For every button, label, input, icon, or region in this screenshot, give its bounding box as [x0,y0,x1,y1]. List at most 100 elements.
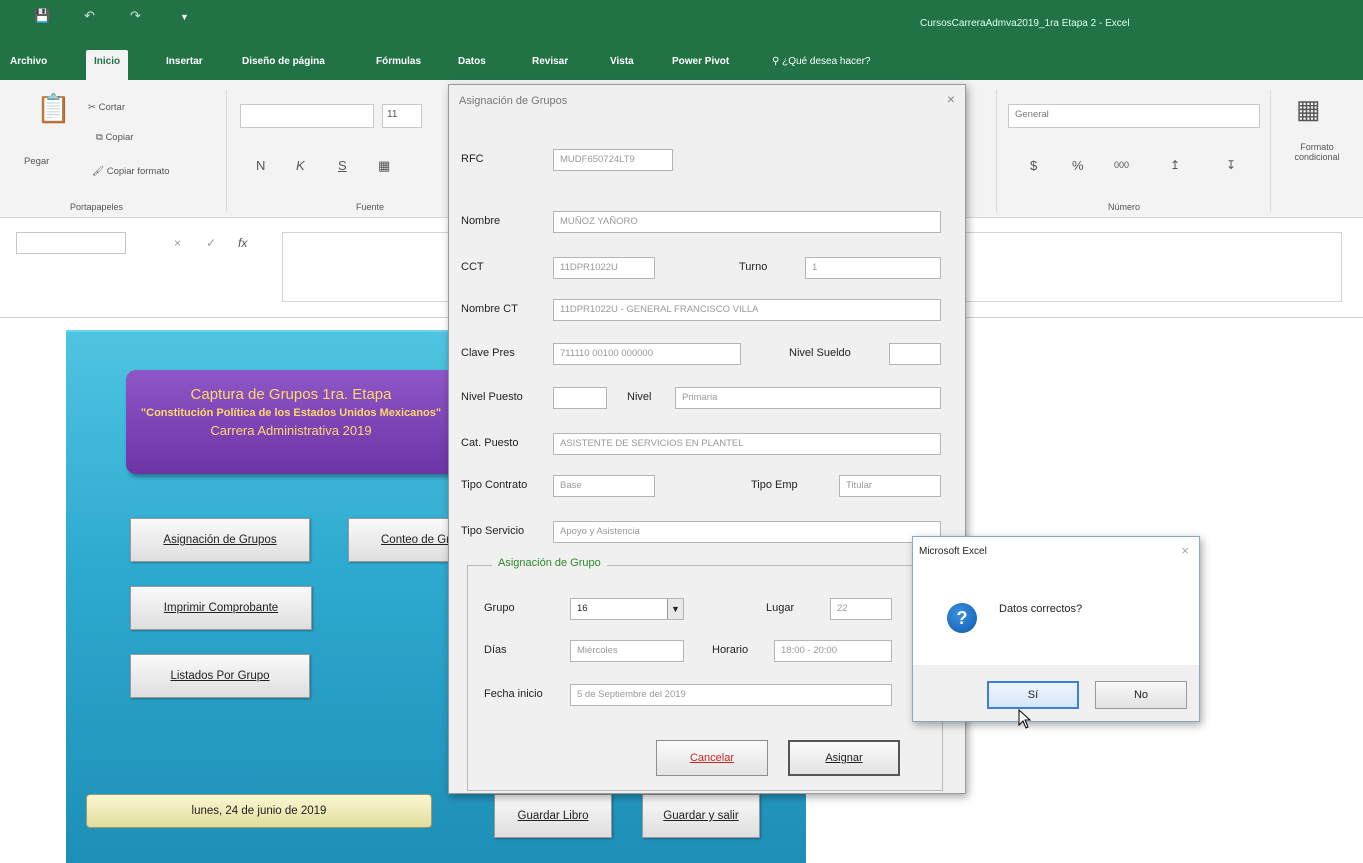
horario-field[interactable]: 18:00 - 20:00 [774,640,892,662]
yes-button[interactable]: Sí [987,681,1079,709]
nombre-field[interactable]: MUÑOZ YAÑORO [553,211,941,233]
paste-label[interactable]: Pegar [24,156,49,167]
title-bar: 💾 ↶ ↷ ▼ CursosCarreraAdmva2019_1ra Etapa… [0,0,1363,44]
conditional-format-icon[interactable]: ▦ [1296,94,1321,125]
turno-field[interactable]: 1 [805,257,941,279]
guardar-libro-button[interactable]: Guardar Libro [494,794,612,838]
insert-function-button[interactable]: fx [238,236,247,250]
listados-grupo-button[interactable]: Listados Por Grupo [130,654,310,698]
percent-button[interactable]: % [1072,158,1084,173]
format-painter-button[interactable]: 🖌 Copiar formato [92,166,170,177]
assign-button[interactable]: Asignar [788,740,900,776]
nivel-sueldo-label: Nivel Sueldo [789,347,851,359]
number-format-select[interactable]: General [1008,104,1260,128]
tab-archivo[interactable]: Archivo [10,56,47,67]
tell-me-box[interactable]: ⚲ ¿Qué desea hacer? [772,56,871,67]
window-title: CursosCarreraAdmva2019_1ra Etapa 2 - Exc… [920,18,1130,29]
enter-formula-button[interactable]: ✓ [206,236,216,250]
rfc-field[interactable]: MUDF650724LT9 [553,149,673,171]
cct-field[interactable]: 11DPR1022U [553,257,655,279]
ribbon-tabs: Archivo Inicio Insertar Diseño de página… [0,44,1363,80]
nivel-field[interactable]: Primaria [675,387,941,409]
question-icon: ? [947,603,977,633]
underline-button[interactable]: S [338,158,347,173]
customize-qat-icon[interactable]: ▼ [180,12,189,22]
cancel-formula-button[interactable]: × [174,236,181,250]
asignacion-grupo-frame: Asignación de Grupo Grupo 16 ▼ Lugar 22 … [467,557,943,791]
decrease-decimal-icon[interactable]: ↧ [1226,158,1236,172]
ribbon-separator-2 [996,90,997,212]
copy-button[interactable]: ⧉ Copiar [96,132,133,143]
asignacion-grupo-legend: Asignación de Grupo [492,557,607,569]
messagebox-close-button[interactable]: × [1181,543,1189,558]
nombre-ct-field[interactable]: 11DPR1022U - GENERAL FRANCISCO VILLA [553,299,941,321]
undo-icon[interactable]: ↶ [84,8,95,24]
increase-decimal-icon[interactable]: ↥ [1170,158,1180,172]
tab-revisar[interactable]: Revisar [532,56,568,67]
horario-label: Horario [712,644,749,656]
clave-pres-field[interactable]: 711110 00100 000000 [553,343,741,365]
nivel-puesto-field[interactable] [553,387,607,409]
tab-formulas[interactable]: Fórmulas [376,56,421,67]
nombre-label: Nombre [461,215,501,227]
font-name-input[interactable] [240,104,374,128]
tab-vista[interactable]: Vista [610,56,634,67]
redo-icon[interactable]: ↷ [130,8,141,24]
imprimir-comprobante-button[interactable]: Imprimir Comprobante [130,586,312,630]
name-box[interactable] [16,232,126,254]
ribbon-separator [226,90,227,212]
scissors-icon: ✂ [88,102,99,113]
grupo-label: Grupo [484,602,515,614]
tab-insertar[interactable]: Insertar [166,56,203,67]
tipo-emp-field[interactable]: Titular [839,475,941,497]
bold-button[interactable]: N [256,158,265,173]
dialog-close-button[interactable]: × [947,91,955,107]
lugar-label: Lugar [766,602,795,614]
confirm-messagebox: Microsoft Excel × ? Datos correctos? Sí … [912,536,1200,722]
cct-label: CCT [461,261,484,273]
tell-me-label: ¿Qué desea hacer? [782,56,871,67]
clipboard-group-label: Portapapeles [70,202,124,212]
dialog-title: Asignación de Grupos [459,95,568,107]
tab-inicio[interactable]: Inicio [86,50,129,80]
tipo-servicio-field[interactable]: Apoyo y Asistencia [553,521,941,543]
nivel-puesto-label: Nivel Puesto [461,391,523,403]
chevron-down-icon[interactable]: ▼ [667,599,683,619]
dias-field[interactable]: Miércoles [570,640,684,662]
borders-icon[interactable]: ▦ [378,158,390,174]
lightbulb-icon: ⚲ [772,56,783,67]
italic-button[interactable]: K [296,158,305,173]
tab-datos[interactable]: Datos [458,56,486,67]
currency-button[interactable]: $ [1030,158,1037,173]
conditional-format-label[interactable]: Formato condicional [1282,142,1352,162]
fecha-inicio-field[interactable]: 5 de Septiembre del 2019 [570,684,892,706]
font-size-input[interactable]: 11 [382,104,422,128]
tab-power-pivot[interactable]: Power Pivot [672,56,729,67]
asignacion-dialog: Asignación de Grupos × RFC MUDF650724LT9… [448,84,966,794]
banner-subtitle: "Constitución Política de los Estados Un… [140,407,442,419]
tipo-servicio-label: Tipo Servicio [461,525,525,537]
messagebox-text: Datos correctos? [999,603,1083,615]
thousands-button[interactable]: 000 [1114,160,1129,170]
cancel-button[interactable]: Cancelar [656,740,768,776]
turno-label: Turno [739,261,768,273]
nivel-label: Nivel [627,391,652,403]
font-group-label: Fuente [356,202,385,212]
asignacion-grupos-button[interactable]: Asignación de Grupos [130,518,310,562]
tipo-contrato-field[interactable]: Base [553,475,655,497]
nivel-sueldo-field[interactable] [889,343,941,365]
messagebox-title: Microsoft Excel [919,546,987,557]
paste-icon[interactable]: 📋 [36,92,71,125]
brush-icon: 🖌 [92,166,107,177]
tab-diseno[interactable]: Diseño de página [242,56,325,67]
guardar-salir-button[interactable]: Guardar y salir [642,794,760,838]
title-banner: Captura de Grupos 1ra. Etapa "Constituci… [126,370,456,474]
grupo-select[interactable]: 16 ▼ [570,598,684,620]
cut-button[interactable]: ✂ Cortar [88,102,125,113]
cut-label: Cortar [98,102,126,113]
cat-puesto-field[interactable]: ASISTENTE DE SERVICIOS EN PLANTEL [553,433,941,455]
save-icon[interactable]: 💾 [34,8,50,24]
no-button[interactable]: No [1095,681,1187,709]
lugar-field[interactable]: 22 [830,598,892,620]
tipo-emp-label: Tipo Emp [751,479,798,491]
